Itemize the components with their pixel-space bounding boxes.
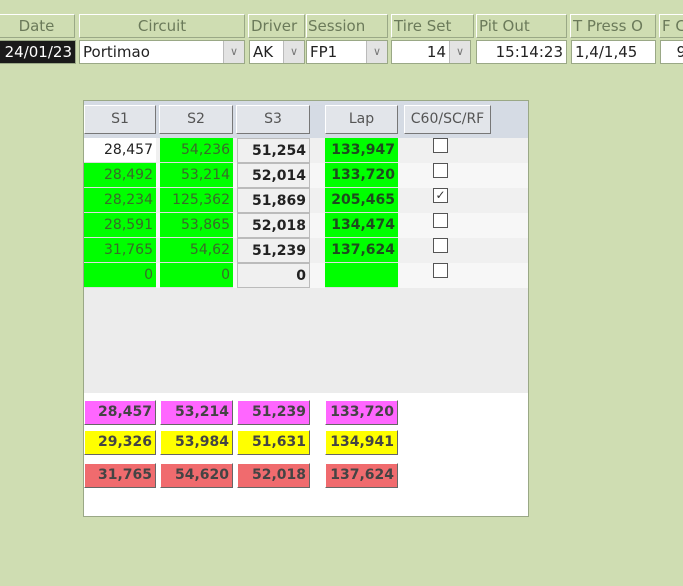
s3-cell[interactable]: 0 bbox=[237, 263, 310, 288]
average-summary-cell: 134,941 bbox=[325, 430, 398, 455]
label-driver: Driver bbox=[248, 14, 305, 38]
c60-checkbox[interactable] bbox=[433, 213, 448, 228]
lap-cell[interactable]: 133,720 bbox=[325, 163, 398, 188]
chevron-down-icon[interactable]: ∨ bbox=[366, 41, 387, 63]
s2-cell[interactable]: 53,865 bbox=[160, 213, 233, 238]
lap-header-button[interactable]: Lap bbox=[325, 105, 398, 134]
tire-set-value: 14 bbox=[426, 43, 446, 61]
label-pit-out: Pit Out bbox=[476, 14, 567, 38]
s1-cell[interactable]: 31,765 bbox=[84, 238, 156, 263]
c60-checkbox[interactable] bbox=[433, 263, 448, 278]
table-row: 28,234 125,362 51,869 205,465 ✓ bbox=[84, 188, 528, 213]
c60-checkbox[interactable] bbox=[433, 163, 448, 178]
driver-select[interactable]: AK ∨ bbox=[249, 40, 305, 64]
label-circuit: Circuit bbox=[79, 14, 245, 38]
s2-header-button[interactable]: S2 bbox=[159, 105, 233, 134]
s1-cell[interactable]: 28,492 bbox=[84, 163, 156, 188]
label-tire-set: Tire Set bbox=[391, 14, 474, 38]
table-header: S1 S2 S3 Lap C60/SC/RF bbox=[84, 101, 528, 138]
worst-summary-cell: 54,620 bbox=[160, 463, 233, 488]
best-summary-cell: 53,214 bbox=[160, 400, 233, 425]
table-row: 31,765 54,62 51,239 137,624 bbox=[84, 238, 528, 263]
c60-checkbox[interactable] bbox=[433, 238, 448, 253]
lap-cell[interactable]: 134,474 bbox=[325, 213, 398, 238]
s1-header-button[interactable]: S1 bbox=[84, 105, 156, 134]
label-session: Session bbox=[306, 14, 388, 38]
s1-cell[interactable]: 28,591 bbox=[84, 213, 156, 238]
date-field[interactable]: 24/01/23 bbox=[0, 40, 76, 64]
s3-cell[interactable]: 51,869 bbox=[237, 188, 310, 213]
label-f: F C bbox=[659, 14, 683, 38]
s2-cell[interactable]: 0 bbox=[160, 263, 233, 288]
s3-cell[interactable]: 51,254 bbox=[237, 138, 310, 163]
circuit-value: Portimao bbox=[83, 43, 150, 61]
c60-checkbox[interactable] bbox=[433, 138, 448, 153]
s2-cell[interactable]: 54,236 bbox=[160, 138, 233, 163]
c60-checkbox[interactable]: ✓ bbox=[433, 188, 448, 203]
table-row: 28,457 54,236 51,254 133,947 bbox=[84, 138, 528, 163]
laps-panel: S1 S2 S3 Lap C60/SC/RF 28,457 54,236 51,25… bbox=[83, 100, 529, 517]
worst-summary-cell: 137,624 bbox=[325, 463, 398, 488]
circuit-select[interactable]: Portimao ∨ bbox=[79, 40, 245, 64]
table-row: 28,492 53,214 52,014 133,720 bbox=[84, 163, 528, 188]
lap-cell[interactable] bbox=[325, 263, 398, 288]
chevron-down-icon[interactable]: ∨ bbox=[223, 41, 244, 63]
s3-cell[interactable]: 52,014 bbox=[237, 163, 310, 188]
empty-area bbox=[84, 288, 528, 393]
tire-set-select[interactable]: 14 ∨ bbox=[391, 40, 471, 64]
label-t-press: T Press O bbox=[570, 14, 656, 38]
s1-cell[interactable]: 28,457 bbox=[84, 138, 156, 163]
s1-cell[interactable]: 28,234 bbox=[84, 188, 156, 213]
f-field[interactable]: 9 bbox=[660, 40, 683, 64]
s1-cell[interactable]: 0 bbox=[84, 263, 156, 288]
pit-out-field[interactable]: 15:14:23 bbox=[476, 40, 567, 64]
table-row: 000 bbox=[84, 263, 528, 288]
lap-cell[interactable]: 137,624 bbox=[325, 238, 398, 263]
label-date: Date bbox=[0, 14, 75, 38]
s3-cell[interactable]: 52,018 bbox=[237, 213, 310, 238]
session-value: FP1 bbox=[310, 43, 338, 61]
table-row: 28,591 53,865 52,018 134,474 bbox=[84, 213, 528, 238]
chevron-down-icon[interactable]: ∨ bbox=[283, 41, 304, 63]
best-summary-cell: 133,720 bbox=[325, 400, 398, 425]
best-summary-cell: 28,457 bbox=[84, 400, 156, 425]
session-select[interactable]: FP1 ∨ bbox=[306, 40, 388, 64]
s2-cell[interactable]: 53,214 bbox=[160, 163, 233, 188]
s3-header-button[interactable]: S3 bbox=[236, 105, 310, 134]
worst-summary-cell: 31,765 bbox=[84, 463, 156, 488]
average-summary-cell: 53,984 bbox=[160, 430, 233, 455]
c60-header-button[interactable]: C60/SC/RF bbox=[404, 105, 491, 134]
lap-cell[interactable]: 205,465 bbox=[325, 188, 398, 213]
average-summary-cell: 51,631 bbox=[237, 430, 310, 455]
worst-summary-cell: 52,018 bbox=[237, 463, 310, 488]
s3-cell[interactable]: 51,239 bbox=[237, 238, 310, 263]
t-press-field[interactable]: 1,4/1,45 bbox=[571, 40, 656, 64]
average-summary-cell: 29,326 bbox=[84, 430, 156, 455]
s2-cell[interactable]: 54,62 bbox=[160, 238, 233, 263]
driver-value: AK bbox=[253, 43, 274, 61]
chevron-down-icon[interactable]: ∨ bbox=[449, 41, 470, 63]
lap-cell[interactable]: 133,947 bbox=[325, 138, 398, 163]
best-summary-cell: 51,239 bbox=[237, 400, 310, 425]
s2-cell[interactable]: 125,362 bbox=[160, 188, 233, 213]
